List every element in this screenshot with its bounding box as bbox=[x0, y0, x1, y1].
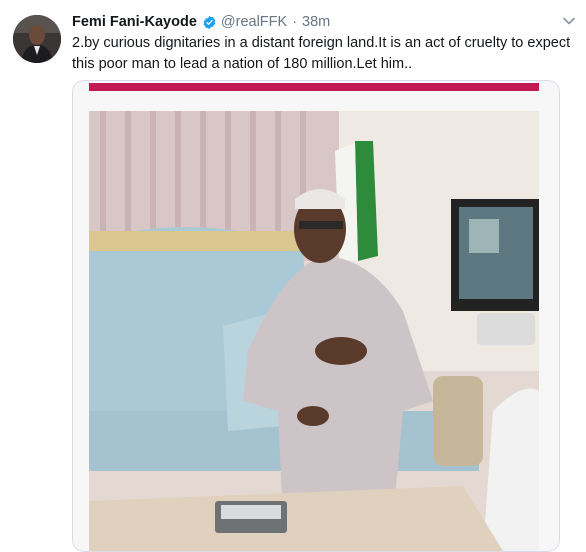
avatar[interactable] bbox=[13, 15, 61, 63]
tweet-text: 2.by curious dignitaries in a distant fo… bbox=[72, 35, 571, 72]
avatar-image bbox=[13, 15, 61, 63]
separator-dot: · bbox=[292, 14, 298, 30]
author-handle[interactable]: @realFFK bbox=[221, 14, 287, 30]
tweet-media-image[interactable] bbox=[72, 80, 560, 552]
tweet-timestamp[interactable]: 38m bbox=[302, 14, 330, 30]
photo bbox=[73, 81, 559, 551]
author-name[interactable]: Femi Fani-Kayode bbox=[72, 14, 197, 30]
tweet: Femi Fani-Kayode @realFFK · 38m 2.by cur… bbox=[0, 0, 586, 552]
tweet-header: Femi Fani-Kayode @realFFK · 38m bbox=[72, 12, 330, 32]
chevron-down-icon[interactable] bbox=[562, 14, 576, 28]
verified-badge-icon bbox=[203, 15, 216, 29]
